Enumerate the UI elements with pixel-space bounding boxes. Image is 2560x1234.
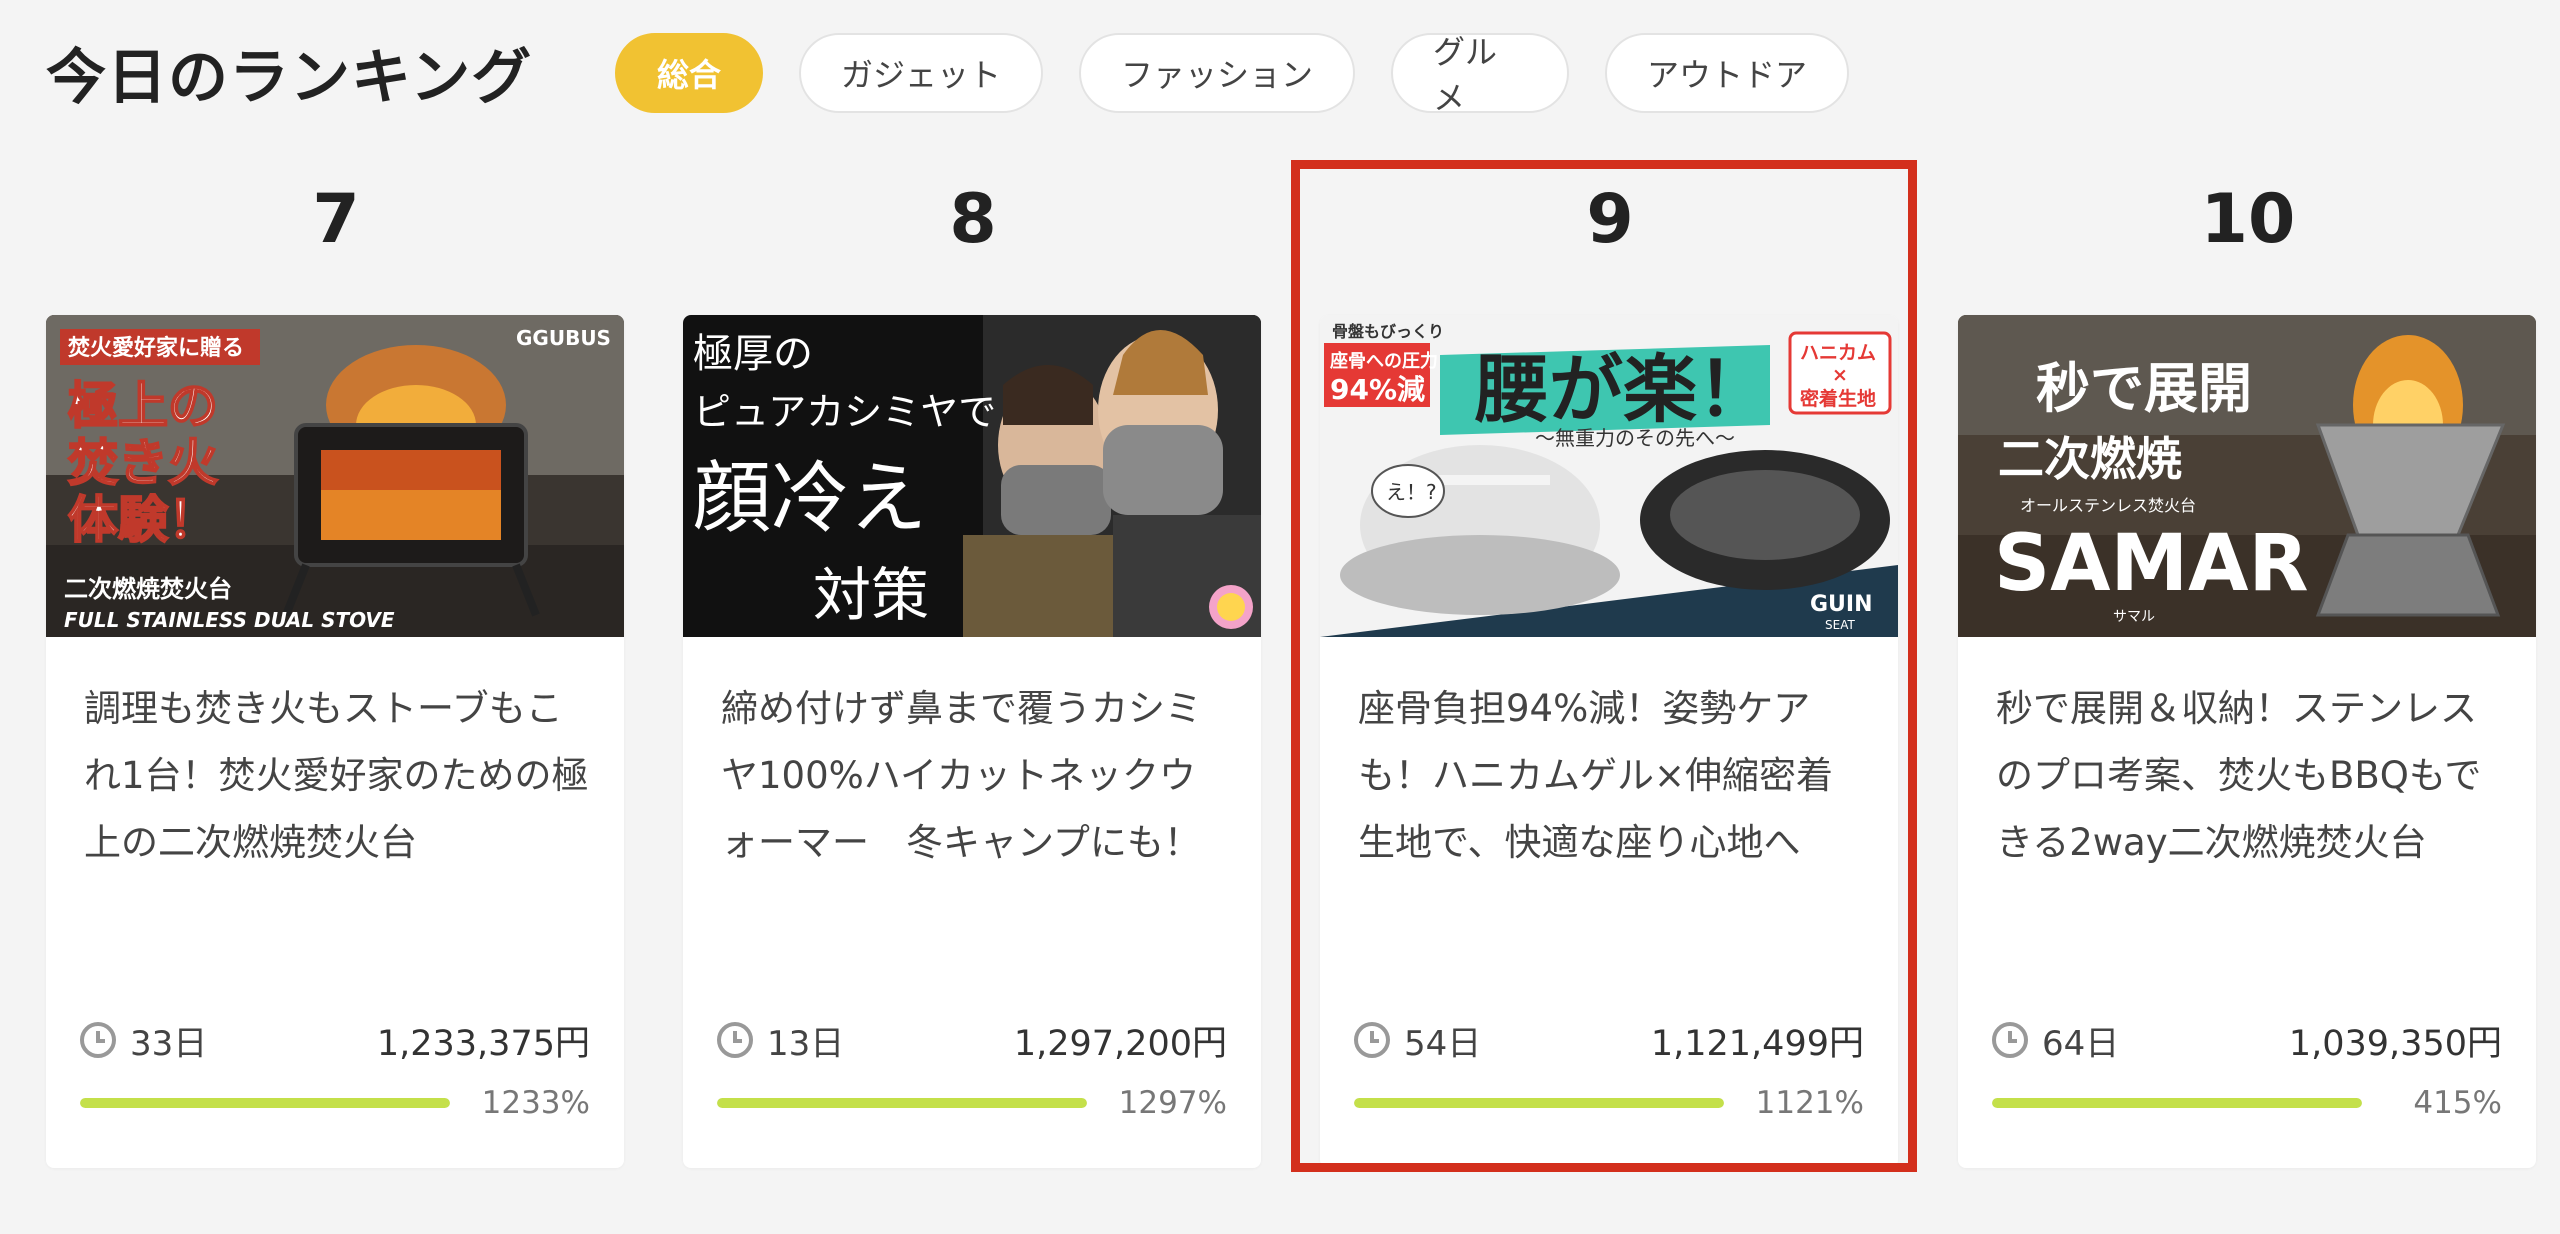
percent-text: 1121%: [1755, 1085, 1864, 1121]
category-tabs: 総合 ガジェット ファッション グルメ アウトドア: [615, 33, 1849, 117]
image-brand-text: GUIN: [1810, 592, 1873, 617]
progress-fill: [1992, 1098, 2362, 1108]
progress-bar: [80, 1098, 450, 1108]
image-line-1: 秒で展開: [2036, 357, 2252, 420]
funding-progress: 415%: [1992, 1085, 2502, 1121]
image-line-1: 極厚の: [693, 331, 813, 377]
days-text: 64日: [2042, 1023, 2120, 1064]
image-sub-1: 二次燃焼焚火台: [64, 575, 232, 603]
funding-progress: 1297%: [717, 1085, 1227, 1121]
image-headline-3: 体験！: [68, 491, 218, 549]
funding-progress: 1121%: [1354, 1085, 1864, 1121]
card-meta: 33日 1,233,375円: [80, 1015, 590, 1065]
image-sub-2: FULL STAINLESS DUAL STOVE: [64, 608, 395, 632]
product-image[interactable]: 焚火愛好家に贈る GGUBUS 極上の 焚き火 体験！ 二次燃焼焚火台 FULL…: [46, 315, 624, 637]
tab-gadget[interactable]: ガジェット: [799, 33, 1043, 113]
image-headline-1: 極上の: [68, 377, 218, 435]
card-meta: 64日 1,039,350円: [1992, 1015, 2502, 1065]
image-small-text: オールステンレス焚火台: [2020, 496, 2196, 515]
rank-number: 10: [2200, 180, 2296, 259]
card-meta: 13日 1,297,200円: [717, 1015, 1227, 1065]
tab-fashion[interactable]: ファッション: [1079, 33, 1355, 113]
product-card[interactable]: 焚火愛好家に贈る GGUBUS 極上の 焚き火 体験！ 二次燃焼焚火台 FULL…: [46, 315, 624, 1168]
card-meta: 54日 1,121,499円: [1354, 1015, 1864, 1065]
progress-bar: [717, 1098, 1087, 1108]
days-text: 54日: [1404, 1023, 1482, 1064]
tab-outdoor[interactable]: アウトドア: [1605, 33, 1849, 113]
image-sub-text: 〜無重力のその先へ〜: [1535, 426, 1735, 450]
product-card[interactable]: 秒で展開 二次燃焼 オールステンレス焚火台 SAMAR サマル 秒で展開＆収納！…: [1958, 315, 2536, 1168]
card-description[interactable]: 秒で展開＆収納！ステンレスのプロ考案、焚火もBBQもできる2way二次燃焼焚火台: [1996, 675, 2501, 876]
product-card[interactable]: 極厚の ピュアカシミヤで 顔冷え 対策 締め付けず鼻まで覆うカシミヤ100%ハイ…: [683, 315, 1261, 1168]
clock-icon: [1354, 1022, 1390, 1058]
days-remaining: 33日: [80, 1016, 207, 1065]
progress-fill: [1354, 1098, 1724, 1108]
percent-text: 1297%: [1118, 1085, 1227, 1121]
days-remaining: 13日: [717, 1016, 844, 1065]
amount-text: 1,233,375円: [376, 1023, 590, 1064]
image-brand-sub: SEAT: [1825, 618, 1855, 632]
product-image[interactable]: 秒で展開 二次燃焼 オールステンレス焚火台 SAMAR サマル: [1958, 315, 2536, 637]
funding-progress: 1233%: [80, 1085, 590, 1121]
percent-text: 415%: [2413, 1085, 2502, 1121]
tab-all[interactable]: 総合: [615, 33, 763, 113]
image-tag-1: 座骨への圧力: [1330, 350, 1438, 372]
page-title: 今日のランキング: [46, 42, 533, 113]
days-remaining: 54日: [1354, 1016, 1481, 1065]
image-tag-2: 94%減: [1330, 373, 1425, 406]
amount-text: 1,121,499円: [1650, 1023, 1864, 1064]
amount-text: 1,039,350円: [2288, 1023, 2502, 1064]
days-text: 33日: [130, 1023, 208, 1064]
image-box-2: ×: [1832, 364, 1848, 386]
rank-number: 7: [312, 180, 360, 259]
image-kana-text: サマル: [2113, 609, 2155, 625]
progress-fill: [80, 1098, 450, 1108]
progress-bar: [1992, 1098, 2362, 1108]
product-image[interactable]: 極厚の ピュアカシミヤで 顔冷え 対策: [683, 315, 1261, 637]
image-small-text: 骨盤もびっくり: [1332, 322, 1444, 341]
image-line-3: 顔冷え: [693, 454, 927, 544]
product-image[interactable]: 骨盤もびっくり 座骨への圧力 94%減 腰が楽！ ハニカム × 密着生地 〜無重…: [1320, 315, 1898, 637]
image-line-4: 対策: [813, 561, 929, 629]
card-description[interactable]: 調理も焚き火もストーブもこれ1台！焚火愛好家のための極上の二次燃焼焚火台: [84, 675, 589, 876]
clock-icon: [717, 1022, 753, 1058]
image-box-3: 密着生地: [1800, 387, 1876, 410]
image-tag-text: 焚火愛好家に贈る: [68, 335, 244, 361]
product-card[interactable]: 骨盤もびっくり 座骨への圧力 94%減 腰が楽！ ハニカム × 密着生地 〜無重…: [1320, 315, 1898, 1168]
card-description[interactable]: 締め付けず鼻まで覆うカシミヤ100%ハイカットネックウォーマー 冬キャンプにも！: [721, 675, 1226, 876]
days-remaining: 64日: [1992, 1016, 2119, 1065]
image-headline-2: 焚き火: [68, 434, 218, 492]
card-description[interactable]: 座骨負担94%減！姿勢ケアも！ハニカムゲル×伸縮密着生地で、快適な座り心地へ: [1358, 675, 1863, 876]
image-bubble-text: え！?: [1386, 480, 1437, 504]
days-text: 13日: [767, 1023, 845, 1064]
rank-number: 8: [949, 180, 997, 259]
image-line-2: 二次燃焼: [1998, 432, 2182, 486]
header: 今日のランキング: [46, 30, 532, 114]
clock-icon: [1992, 1022, 2028, 1058]
percent-text: 1233%: [481, 1085, 590, 1121]
rank-number: 9: [1586, 180, 1634, 259]
image-brand-text: GGUBUS: [516, 326, 611, 350]
image-line-2: ピュアカシミヤで: [693, 390, 996, 434]
progress-bar: [1354, 1098, 1724, 1108]
image-name-text: SAMAR: [1994, 519, 2309, 609]
image-headline: 腰が楽！: [1475, 347, 1771, 433]
clock-icon: [80, 1022, 116, 1058]
image-box-1: ハニカム: [1800, 342, 1876, 364]
amount-text: 1,297,200円: [1013, 1023, 1227, 1064]
progress-fill: [717, 1098, 1087, 1108]
tab-gourmet[interactable]: グルメ: [1391, 33, 1569, 117]
